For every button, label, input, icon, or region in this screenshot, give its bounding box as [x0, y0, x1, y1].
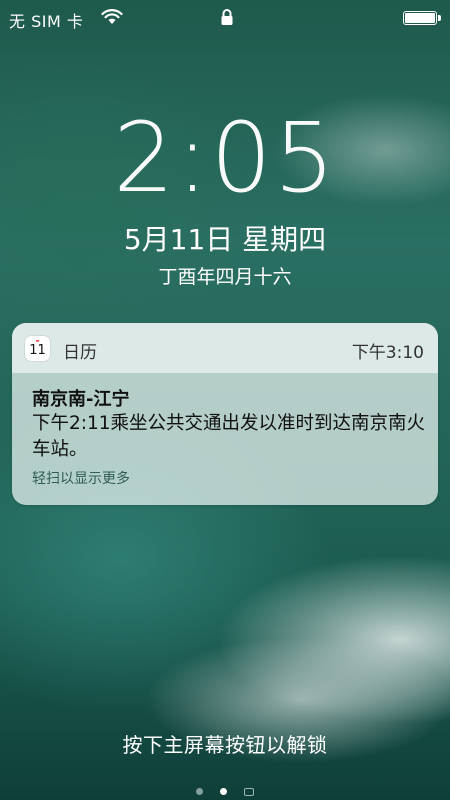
wifi-icon [101, 9, 123, 24]
notification-body: 下午2:11乘坐公共交通出发以准时到达南京南火车站。 [32, 413, 426, 460]
battery-icon [403, 11, 441, 25]
notification-title: 南京南-江宁 [32, 389, 130, 410]
calendar-notification[interactable]: ▬ 11 日历 下午3:10 南京南-江宁 下午2:11乘坐公共交通出发以准时到… [12, 323, 438, 505]
swipe-for-more-hint: 轻扫以显示更多 [32, 471, 130, 487]
clock-time: 2:05 [113, 102, 337, 214]
status-bar: 无 SIM 卡 [0, 0, 450, 36]
calendar-icon-day: 11 [29, 343, 46, 358]
page-indicator[interactable] [0, 781, 450, 800]
notification-time: 下午3:10 [351, 343, 424, 363]
date-label: 5月11日 星期四 [123, 223, 327, 256]
carrier-label: 无 SIM 卡 [9, 12, 84, 31]
page-dot-widgets[interactable] [195, 788, 203, 795]
battery-fill [405, 13, 435, 23]
notification-app-name: 日历 [63, 343, 97, 363]
notification-header: ▬ 11 日历 下午3:10 [12, 323, 438, 373]
unlock-prompt: 按下主屏幕按钮以解锁 [122, 733, 328, 757]
lock-icon [221, 9, 233, 25]
camera-page-icon[interactable] [244, 787, 255, 796]
calendar-icon: ▬ 11 [25, 336, 50, 361]
lock-screen: { "status_bar": { "carrier": "无 SIM 卡", … [0, 0, 450, 800]
lunar-date-label: 丁酉年四月十六 [158, 266, 292, 288]
battery-tip [438, 15, 441, 21]
page-dot-current[interactable] [220, 788, 227, 795]
